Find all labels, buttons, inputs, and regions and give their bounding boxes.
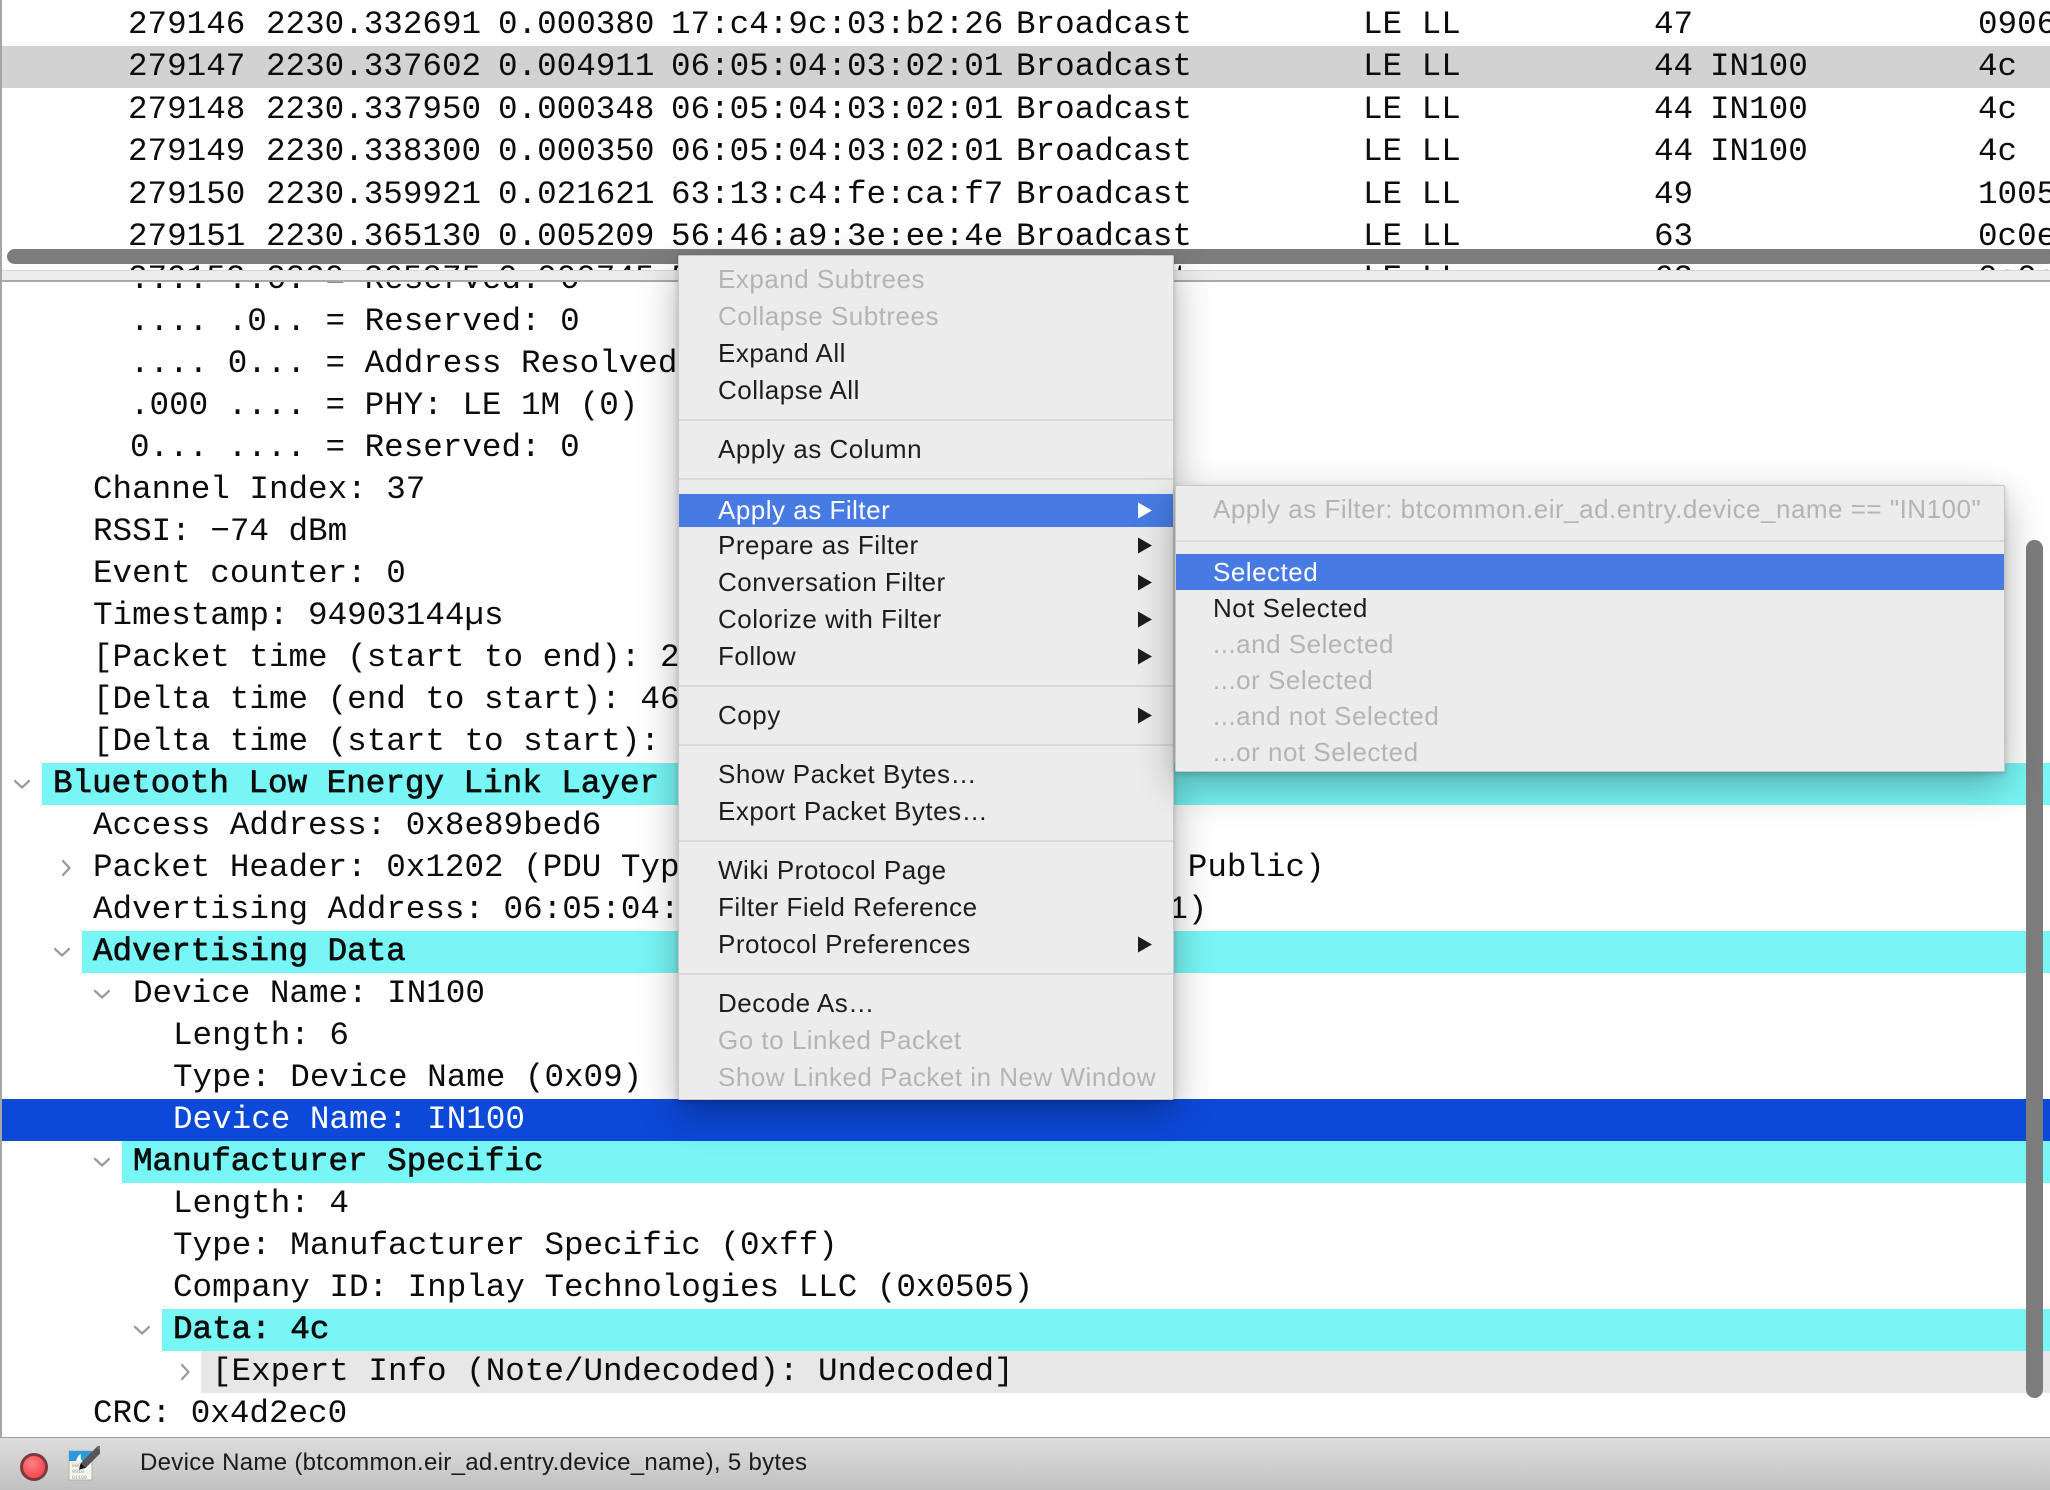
svg-text:01100: 01100 <box>72 1475 87 1481</box>
